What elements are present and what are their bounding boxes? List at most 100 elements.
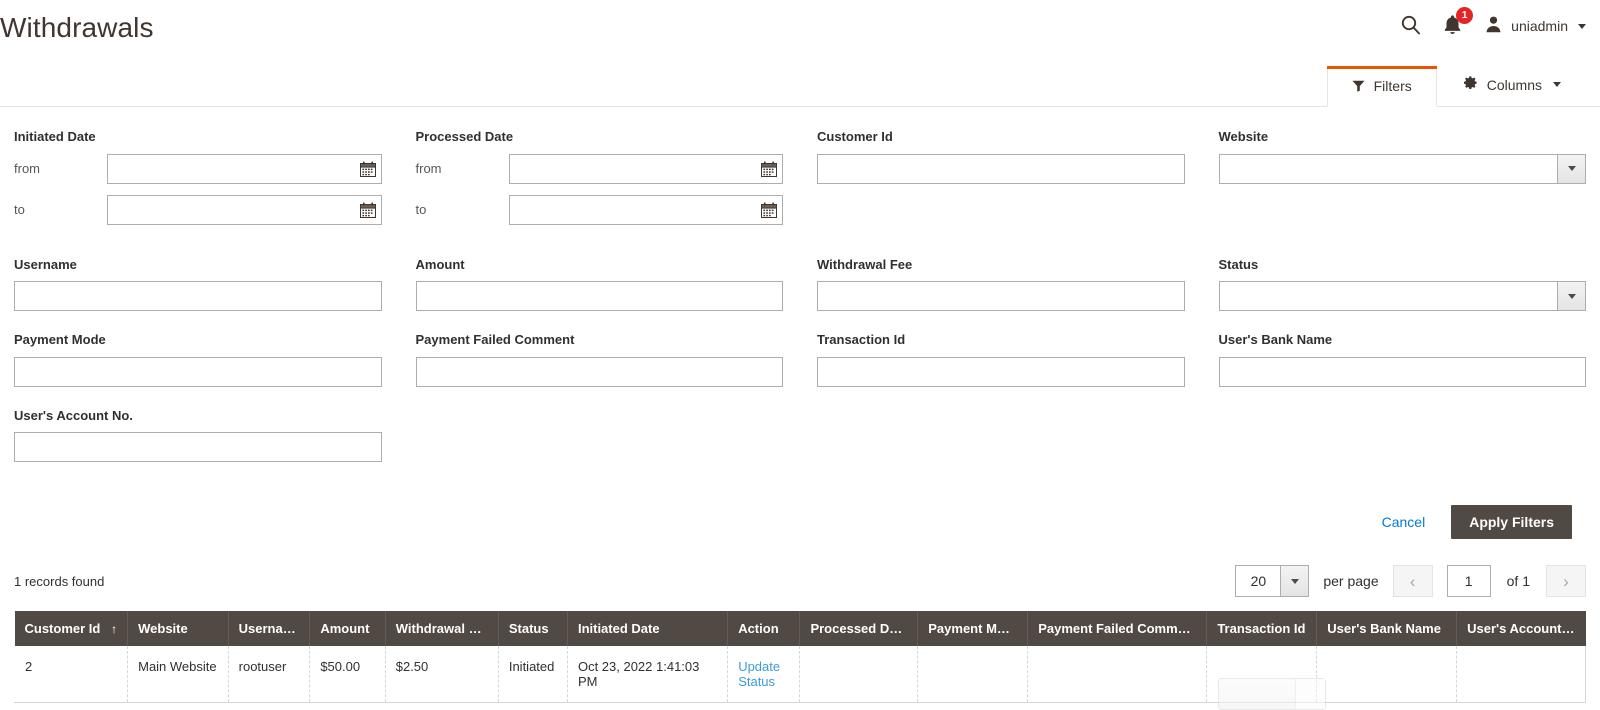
initiated-date-to-input[interactable] (107, 194, 382, 225)
column-header-username[interactable]: Username (228, 611, 311, 647)
customer-id-input[interactable] (817, 153, 1185, 184)
calendar-icon[interactable] (359, 161, 376, 177)
user-name: uniadmin (1511, 18, 1568, 34)
records-found-label: 1 records found (14, 573, 105, 589)
column-header-action[interactable]: Action (727, 611, 801, 647)
column-header-transaction-id[interactable]: Transaction Id (1206, 611, 1318, 647)
username-input[interactable] (14, 281, 382, 312)
cancel-button[interactable]: Cancel (1382, 514, 1426, 530)
filter-customer-id-label: Customer Id (817, 129, 893, 144)
calendar-icon[interactable] (359, 202, 376, 218)
column-header-payment-mode[interactable]: Payment Mode (917, 611, 1029, 647)
users-bank-name-input[interactable] (1218, 356, 1586, 387)
status-select[interactable] (1218, 281, 1586, 312)
user-menu[interactable]: uniadmin (1484, 15, 1586, 37)
chevron-down-icon[interactable] (1295, 679, 1325, 709)
filter-users-bank-name: User's Bank Name (1218, 332, 1586, 387)
cell-username: rootuser (228, 646, 311, 704)
filters-grid-row-4: User's Account No. (14, 408, 1586, 484)
processed-date-to-field (508, 194, 783, 225)
column-header-website[interactable]: Website (127, 611, 229, 647)
transaction-id-input[interactable] (817, 356, 1185, 387)
chevron-down-icon[interactable] (1557, 154, 1585, 183)
filter-payment-failed-comment: Payment Failed Comment (415, 332, 783, 387)
initiated-date-from-input[interactable] (107, 153, 382, 184)
column-header-amount[interactable]: Amount (309, 611, 386, 647)
processed-date-from-input[interactable] (508, 153, 783, 184)
amount-input[interactable] (415, 281, 783, 312)
column-header-users-account-no[interactable]: User's Account No. (1456, 611, 1586, 647)
processed-date-from-label: from (415, 161, 442, 177)
cell-website: Main Website (127, 646, 229, 704)
search-icon (1400, 14, 1421, 38)
initiated-date-to-field (107, 194, 382, 225)
filter-customer-id: Customer Id (817, 129, 1185, 236)
filter-username: Username (14, 257, 382, 312)
calendar-icon[interactable] (761, 161, 777, 177)
notifications-button[interactable]: 1 (1443, 7, 1474, 38)
page-title: Withdrawals (0, 12, 154, 43)
initiated-date-from-label: from (14, 161, 40, 177)
filter-status: Status (1218, 257, 1586, 312)
chevron-down-icon[interactable] (1280, 566, 1309, 597)
payment-mode-input[interactable] (14, 356, 382, 387)
website-select[interactable] (1218, 153, 1586, 184)
processed-date-from-row: from (415, 153, 783, 184)
tab-filters[interactable]: Filters (1326, 66, 1437, 107)
column-header-customer-id[interactable]: Customer Id ↑ (14, 611, 129, 647)
withdrawal-fee-input[interactable] (817, 281, 1185, 312)
bottom-partial-control[interactable] (1218, 678, 1326, 710)
users-account-no-input[interactable] (14, 432, 382, 463)
processed-date-to-row: to (415, 194, 783, 225)
column-header-initiated-date[interactable]: Initiated Date (567, 611, 729, 647)
column-header-payment-failed-comment[interactable]: Payment Failed Comment (1027, 611, 1208, 647)
filters-grid-row-3: Payment Mode Payment Failed Comment Tran… (14, 332, 1586, 408)
grid-tabs: Filters Columns (1326, 63, 1586, 107)
tab-columns[interactable]: Columns (1437, 63, 1586, 107)
table-head: Customer Id ↑ Website Username Amount Wi… (14, 611, 1586, 647)
grid-tabs-row: Filters Columns (0, 63, 1600, 107)
page-header: Withdrawals 1 uniadmin (0, 0, 1600, 63)
filter-users-account-no-label: User's Account No. (14, 407, 133, 423)
processed-date-to-label: to (415, 202, 427, 218)
calendar-icon[interactable] (761, 202, 777, 218)
payment-failed-comment-input[interactable] (415, 356, 783, 387)
total-pages-label: of 1 (1506, 573, 1530, 590)
update-status-link[interactable]: Update Status (738, 659, 780, 689)
column-header-users-bank-name[interactable]: User's Bank Name (1316, 611, 1458, 647)
per-page-label: per page (1323, 573, 1379, 590)
cell-status: Initiated (498, 646, 568, 704)
next-page-button[interactable]: › (1546, 565, 1586, 598)
tab-columns-label: Columns (1486, 76, 1542, 93)
prev-page-button[interactable]: ‹ (1392, 565, 1433, 598)
chevron-down-icon (1553, 82, 1561, 87)
filter-users-account-no: User's Account No. (14, 408, 382, 463)
chevron-down-icon[interactable] (1557, 282, 1585, 311)
pagination: 20 per page ‹ of 1 › (1235, 565, 1586, 598)
filter-processed-date: Processed Date from to (415, 129, 783, 236)
table-header-row: Customer Id ↑ Website Username Amount Wi… (14, 611, 1586, 647)
user-icon (1484, 15, 1503, 37)
table-row[interactable]: 2 Main Website rootuser $50.00 $2.50 Ini… (13, 646, 1586, 704)
column-header-withdrawal-fee[interactable]: Withdrawal Fee (385, 611, 499, 647)
per-page-select[interactable]: 20 (1235, 565, 1310, 598)
filters-panel: Initiated Date from to Processed Date fr… (0, 107, 1600, 540)
current-page-input[interactable] (1446, 565, 1491, 598)
filter-payment-mode: Payment Mode (14, 332, 382, 387)
cell-payment-failed-comment (1027, 646, 1208, 704)
cell-users-account-no (1456, 646, 1586, 704)
cell-amount: $50.00 (309, 646, 386, 704)
grid-toolbar: 1 records found 20 per page ‹ of 1 › (0, 539, 1600, 611)
per-page-value: 20 (1250, 573, 1267, 590)
cell-processed-date (799, 646, 919, 704)
apply-filters-button[interactable]: Apply Filters (1451, 505, 1572, 540)
column-header-processed-date[interactable]: Processed Date (799, 611, 919, 647)
filter-actions: Cancel Apply Filters (14, 491, 1586, 540)
sort-asc-icon: ↑ (111, 621, 118, 636)
column-header-status[interactable]: Status (498, 611, 568, 647)
processed-date-to-input[interactable] (508, 194, 783, 225)
search-button[interactable] (1400, 14, 1421, 38)
